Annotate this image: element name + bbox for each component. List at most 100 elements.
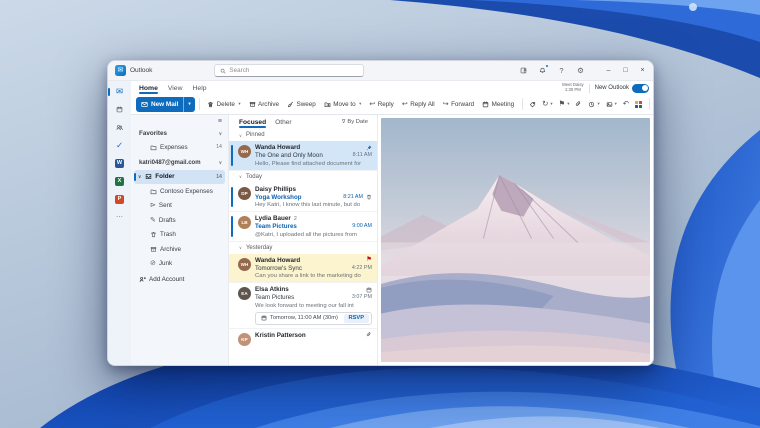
divider — [649, 98, 650, 110]
move-to-button[interactable]: Move to▾ — [320, 97, 365, 112]
rail-calendar-icon[interactable] — [112, 104, 127, 115]
meet-reminder[interactable]: Meet Daisy 1:30 PM — [562, 83, 584, 93]
delete-button[interactable]: Delete▾ — [204, 97, 244, 112]
notifications-bell-icon[interactable] — [537, 65, 548, 76]
app-title: Outlook — [130, 67, 152, 74]
snooze-clock-icon[interactable]: ▾ — [586, 97, 602, 112]
archive-button[interactable]: Archive — [245, 97, 283, 112]
meeting-time: Tomorrow, 11:00 AM (30m) — [270, 315, 338, 321]
undo-icon[interactable]: ↶ — [620, 97, 631, 112]
rail-powerpoint-icon[interactable]: P — [112, 194, 127, 205]
folder-item-archive[interactable]: Archive — [134, 242, 225, 257]
folder-item-junk[interactable]: ⊘ Junk — [134, 257, 225, 272]
message-row-elsa[interactable]: EA Elsa Atkins Team Pictures 3:07 PM — [229, 283, 377, 329]
unread-count: 14 — [216, 144, 222, 150]
message-list: Focused Other ∇ By Date ∨ Pinned WH — [228, 115, 378, 365]
folder-item-contoso-expenses[interactable]: Contoso Expenses — [134, 184, 225, 199]
mail-icon: ✉ — [118, 67, 124, 74]
tab-help[interactable]: Help — [193, 85, 207, 93]
message-row-daisy[interactable]: DP Daisy Phillips Yoga Workshop 8:21 AM … — [229, 183, 377, 213]
close-button[interactable]: × — [634, 61, 651, 81]
meeting-button[interactable]: Meeting — [479, 97, 518, 112]
folder-item-trash[interactable]: Trash — [134, 228, 225, 243]
rail-word-icon[interactable]: W — [112, 158, 127, 169]
reply-all-button[interactable]: ↩ Reply All — [398, 97, 438, 112]
tab-other[interactable]: Other — [275, 119, 292, 126]
tag-icon[interactable] — [527, 97, 539, 112]
search-icon — [220, 68, 226, 74]
attachment-icon — [366, 332, 372, 338]
help-icon[interactable]: ? — [556, 65, 567, 76]
message-row-kristin[interactable]: KP Kristin Patterson — [229, 329, 377, 349]
sweep-button[interactable]: Sweep — [284, 97, 320, 112]
folder-item-drafts[interactable]: ✎ Drafts — [134, 213, 225, 228]
message-row-wanda-flagged[interactable]: WH Wanda Howard ⚑ Tomorrow's Sync 4:22 P… — [229, 254, 377, 284]
favorite-item-expenses[interactable]: Expenses 14 — [134, 140, 225, 155]
group-header-yesterday[interactable]: ∨ Yesterday — [229, 242, 377, 254]
add-person-icon — [139, 276, 146, 283]
unread-count: 14 — [216, 174, 222, 180]
flag-icon[interactable]: ⚑ — [366, 257, 372, 264]
account-header[interactable]: katri0487@gmail.com ∨ — [134, 157, 225, 170]
favorites-header[interactable]: Favorites ∨ — [134, 127, 225, 140]
rail-excel-icon[interactable]: X — [112, 176, 127, 187]
message-row-lydia[interactable]: LB Lydia Bauer 2 Team Pictures 9:00 AM @… — [229, 212, 377, 242]
reply-button[interactable]: ↩ Reply — [366, 97, 397, 112]
message-list-tabs: Focused Other ∇ By Date — [229, 115, 377, 129]
divider — [199, 98, 200, 110]
new-outlook-toggle[interactable] — [632, 84, 649, 93]
flag-icon[interactable]: ⚑▾ — [556, 97, 572, 112]
window-controls: – □ × — [600, 61, 651, 81]
archive-icon — [249, 101, 256, 108]
message-time: 8:11 AM — [353, 152, 372, 158]
search-box[interactable] — [214, 64, 364, 77]
junk-icon: ⊘ — [150, 260, 156, 267]
sort-by-date-button[interactable]: ∇ By Date — [342, 119, 368, 125]
message-time: 8:21 AM — [343, 194, 363, 200]
tab-view[interactable]: View — [168, 85, 183, 93]
rsvp-button[interactable]: RSVP — [344, 314, 370, 323]
apps-launcher-icon[interactable] — [633, 97, 645, 112]
meet-reminder-time: 1:30 PM — [562, 88, 584, 93]
message-row-wanda-pinned[interactable]: WH Wanda Howard The One and Only Moon 8:… — [229, 141, 377, 171]
rail-more-apps-icon[interactable]: ⋯ — [112, 212, 127, 223]
rail-todo-icon[interactable]: ✓ — [112, 140, 127, 151]
new-mail-dropdown[interactable]: ▾ — [184, 97, 194, 112]
sync-icon[interactable]: ↻▾ — [540, 97, 555, 112]
avatar: EA — [238, 287, 251, 300]
message-time: 9:00 AM — [352, 223, 372, 229]
maximize-button[interactable]: □ — [617, 61, 634, 81]
forward-button[interactable]: ↪ Forward — [439, 97, 477, 112]
minimize-button[interactable]: – — [600, 61, 617, 81]
archive-icon — [150, 246, 157, 253]
collapse-folder-pane-icon[interactable]: ≡ — [218, 118, 222, 125]
avatar: LB — [238, 216, 251, 229]
delete-hover-icon[interactable] — [366, 194, 372, 200]
titlebar: ✉ Outlook ? ⚙ – □ × — [108, 61, 653, 81]
folder-move-icon — [324, 101, 331, 108]
add-account-button[interactable]: Add Account — [134, 272, 225, 287]
myday-panel-icon[interactable] — [518, 65, 529, 76]
rail-mail-icon[interactable]: ✉ — [112, 86, 127, 97]
divider — [522, 98, 523, 110]
chevron-down-icon: ∨ — [138, 174, 141, 180]
outlook-window: ✉ Outlook ? ⚙ – □ × ✉ — [107, 60, 654, 366]
group-header-today[interactable]: ∨ Today — [229, 171, 377, 183]
settings-gear-icon[interactable]: ⚙ — [575, 65, 586, 76]
read-unread-icon[interactable]: ▾ — [603, 97, 619, 112]
reply-all-icon: ↩ — [402, 101, 408, 108]
folder-item-sent[interactable]: ⊳ Sent — [134, 199, 225, 214]
tab-focused[interactable]: Focused — [239, 119, 266, 126]
group-header-pinned[interactable]: ∨ Pinned — [229, 129, 377, 141]
tab-home[interactable]: Home — [139, 85, 158, 93]
broom-icon — [287, 101, 294, 108]
rail-people-icon[interactable] — [112, 122, 127, 133]
avatar: WH — [238, 145, 251, 158]
folder-item-selected[interactable]: ∨ Folder 14 — [134, 170, 225, 185]
search-input[interactable] — [229, 67, 358, 74]
reply-icon: ↩ — [369, 101, 375, 108]
attach-icon[interactable] — [573, 97, 585, 112]
chevron-down-icon: ∨ — [239, 174, 242, 179]
new-mail-button[interactable]: New Mail ▾ — [136, 97, 195, 112]
notification-dot — [545, 64, 549, 68]
